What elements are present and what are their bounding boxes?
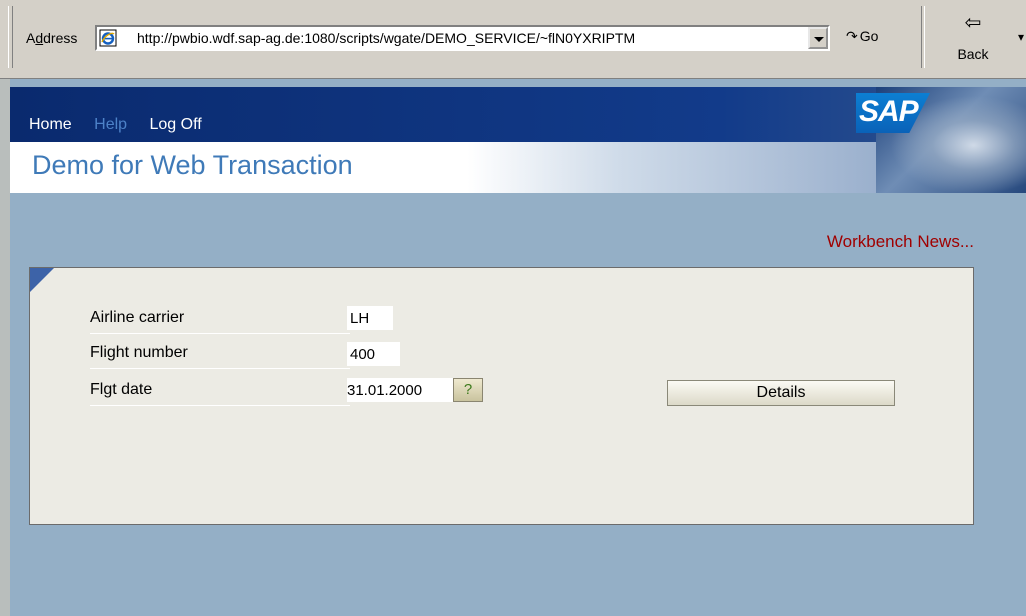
browser-toolbar: Address http://pwbio.wdf.sap-ag.de:1080/… [0, 0, 1026, 79]
details-button[interactable]: Details [667, 380, 895, 406]
web-page: Home Help Log Off Demo for Web Transacti… [0, 79, 1026, 616]
nav-log-off[interactable]: Log Off [150, 116, 202, 133]
address-bar[interactable]: http://pwbio.wdf.sap-ag.de:1080/scripts/… [95, 25, 830, 51]
address-label: Address [26, 30, 78, 46]
flight-date-label: Flgt date [90, 381, 350, 406]
date-help-button[interactable]: ? [453, 378, 483, 402]
panel-corner-decoration [30, 268, 54, 292]
toolbar-separator [921, 6, 925, 68]
sap-logo-text: SAP [859, 95, 919, 128]
airline-carrier-label: Airline carrier [90, 309, 350, 334]
page-canvas: Home Help Log Off Demo for Web Transacti… [10, 79, 1026, 616]
back-dropdown-icon[interactable]: ▾ [1018, 30, 1024, 44]
toolbar-grip[interactable] [8, 6, 13, 68]
workbench-news-link[interactable]: Workbench News... [827, 232, 974, 252]
go-button[interactable]: ↷ Go [846, 28, 878, 45]
flight-number-field[interactable]: 400 [347, 342, 400, 366]
flight-date-field[interactable]: 31.01.2000 [347, 378, 453, 402]
address-dropdown-button[interactable] [808, 27, 828, 49]
nav-home[interactable]: Home [29, 116, 72, 133]
ie-page-icon [99, 29, 117, 47]
go-arrow-icon: ↷ [846, 28, 858, 44]
sap-header: Home Help Log Off Demo for Web Transacti… [10, 87, 1026, 193]
back-arrow-icon: ⇦ [964, 12, 982, 34]
flight-form-panel: Airline carrier LH Flight number 400 Flg… [29, 267, 974, 525]
back-label: Back [957, 46, 989, 62]
airline-carrier-field[interactable]: LH [347, 306, 393, 330]
page-title: Demo for Web Transaction [32, 150, 353, 180]
go-label: Go [859, 28, 879, 44]
address-url[interactable]: http://pwbio.wdf.sap-ag.de:1080/scripts/… [137, 30, 807, 46]
top-nav: Home Help Log Off [29, 116, 220, 134]
nav-help[interactable]: Help [94, 116, 127, 133]
flight-number-label: Flight number [90, 344, 350, 369]
back-button[interactable]: ⇦ Back [948, 12, 998, 62]
